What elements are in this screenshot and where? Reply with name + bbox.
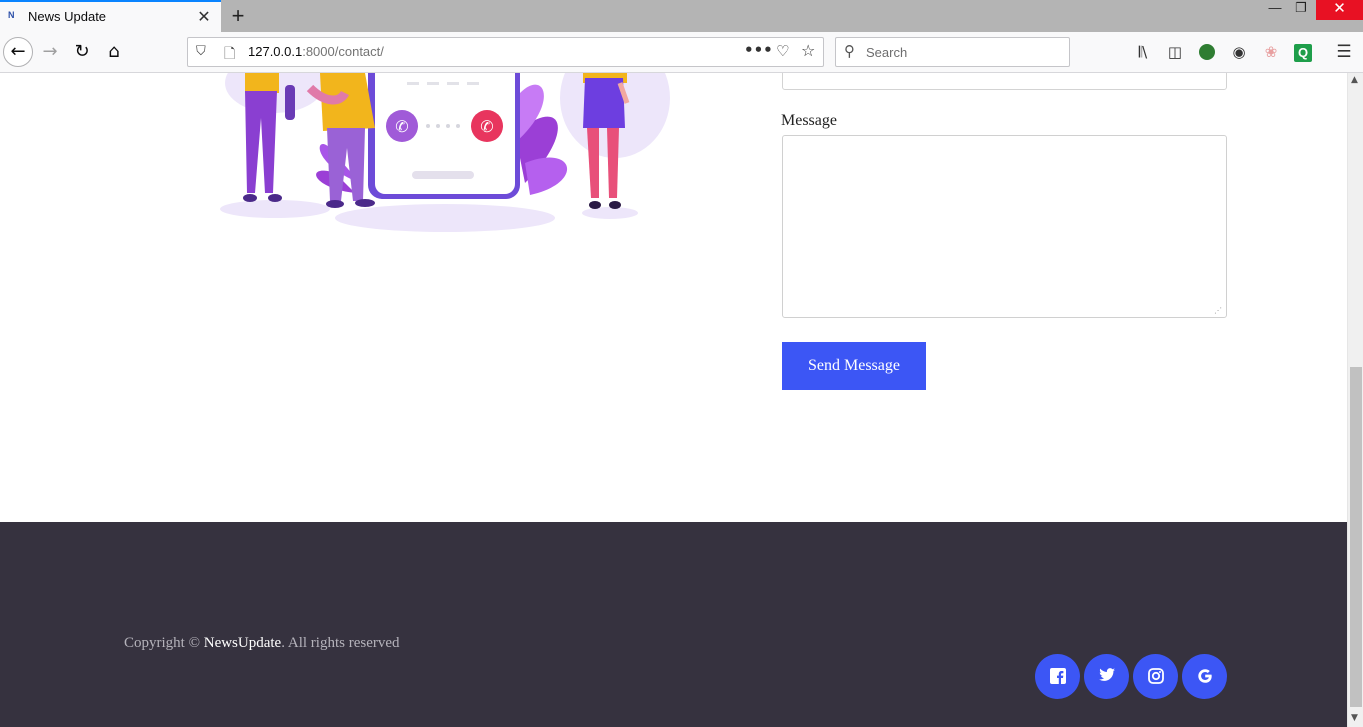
- tab-strip: N News Update ✕ + — ❐ ✕: [0, 0, 1363, 32]
- message-label: Message: [781, 112, 837, 129]
- brand-link[interactable]: NewsUpdate: [204, 635, 281, 651]
- svg-text:✆: ✆: [480, 117, 493, 136]
- scroll-thumb[interactable]: [1350, 367, 1362, 707]
- extension-icon[interactable]: ❀: [1260, 41, 1282, 63]
- close-window-button[interactable]: ✕: [1316, 0, 1363, 20]
- new-tab-button[interactable]: +: [228, 3, 248, 29]
- copyright-prefix: Copyright ©: [124, 635, 204, 651]
- url-text[interactable]: 127.0.0.1:8000/contact/: [248, 44, 384, 59]
- message-textarea[interactable]: [782, 135, 1227, 318]
- library-icon[interactable]: 𝄃\: [1132, 41, 1154, 63]
- url-bar[interactable]: ⛉ 🗋 127.0.0.1:8000/contact/ ••• ♡ ☆: [187, 37, 824, 67]
- page-content: ✆ ✆ Message ⋰ Send Message Copyright © N…: [0, 73, 1347, 727]
- footer: Copyright © NewsUpdate. All rights reser…: [0, 522, 1347, 727]
- minimize-button[interactable]: —: [1264, 0, 1286, 20]
- page-icon[interactable]: 🗋: [224, 43, 235, 67]
- tab-title: News Update: [28, 9, 107, 24]
- subject-input[interactable]: [782, 73, 1227, 90]
- back-icon[interactable]: ←: [3, 37, 33, 67]
- extension-icon[interactable]: [1196, 41, 1218, 63]
- google-icon[interactable]: [1182, 654, 1227, 699]
- maximize-button[interactable]: ❐: [1290, 0, 1312, 20]
- url-path: :8000/contact/: [302, 44, 384, 59]
- close-tab-icon[interactable]: ✕: [196, 7, 212, 27]
- shield-icon[interactable]: ⛉: [196, 44, 206, 59]
- search-icon: ⚲: [844, 42, 855, 60]
- contact-illustration: ✆ ✆: [220, 73, 670, 232]
- page-scrollbar[interactable]: ▲ ▼: [1347, 73, 1363, 727]
- resize-grip-icon[interactable]: ⋰: [1214, 306, 1224, 316]
- favicon-icon: N: [8, 10, 15, 20]
- svg-text:✆: ✆: [395, 117, 408, 136]
- send-message-button[interactable]: Send Message: [782, 342, 926, 390]
- url-host: 127.0.0.1: [248, 44, 303, 59]
- twitter-icon[interactable]: [1084, 654, 1129, 699]
- scroll-up-icon[interactable]: ▲: [1351, 75, 1358, 85]
- forward-icon[interactable]: →: [36, 38, 64, 66]
- facebook-icon[interactable]: [1035, 654, 1080, 699]
- copyright-text: Copyright © NewsUpdate. All rights reser…: [124, 635, 400, 652]
- copyright-suffix: . All rights reserved: [281, 635, 400, 651]
- search-input[interactable]: ⚲ Search: [835, 37, 1070, 67]
- pocket-icon[interactable]: ♡: [776, 42, 789, 60]
- scroll-down-icon[interactable]: ▼: [1351, 713, 1358, 723]
- more-icon[interactable]: •••: [744, 41, 773, 59]
- instagram-icon[interactable]: [1133, 654, 1178, 699]
- menu-icon[interactable]: ☰: [1333, 41, 1355, 63]
- sidebar-icon[interactable]: ◫: [1164, 41, 1186, 63]
- search-placeholder: Search: [866, 45, 908, 60]
- reload-icon[interactable]: ↻: [68, 38, 96, 66]
- navigation-toolbar: ← → ↻ ⌂ ⛉ 🗋 127.0.0.1:8000/contact/ ••• …: [0, 32, 1363, 73]
- home-icon[interactable]: ⌂: [100, 38, 128, 66]
- tab-news-update[interactable]: N News Update ✕: [0, 0, 221, 32]
- extension-icon[interactable]: Q: [1292, 41, 1314, 63]
- bookmark-star-icon[interactable]: ☆: [801, 41, 815, 60]
- account-icon[interactable]: ◉: [1228, 41, 1250, 63]
